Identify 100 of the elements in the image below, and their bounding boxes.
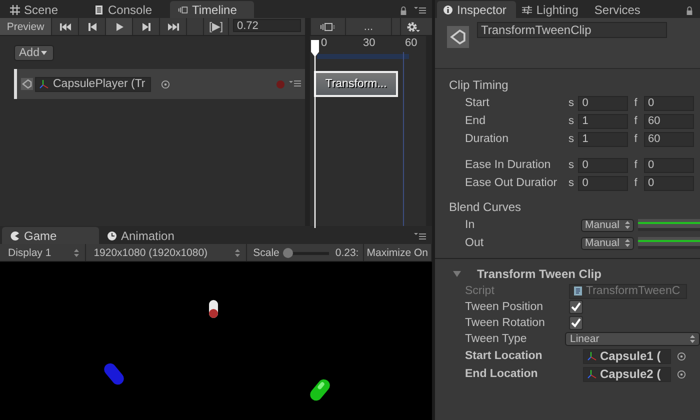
script-file-icon	[573, 286, 583, 296]
scale-value: 0.23:	[335, 246, 359, 258]
skip-start-icon	[60, 22, 70, 30]
frames-label: f	[634, 133, 638, 145]
checkmark-icon	[570, 317, 582, 329]
timeline-clip[interactable]: Transform...	[314, 71, 398, 97]
panel-tab[interactable]: Scene	[2, 1, 86, 18]
skip-end-icon	[168, 22, 178, 30]
ruler-label: 0	[321, 37, 328, 49]
grid-icon	[10, 4, 20, 14]
frames-label: f	[634, 115, 638, 127]
seconds-label: s	[568, 177, 575, 189]
unity-logo-icon	[21, 78, 33, 90]
frames-label: f	[634, 159, 638, 171]
transform-axes-icon	[587, 369, 597, 379]
property-label: Tween Rotation	[465, 317, 546, 329]
track-header[interactable]: CapsulePlayer (Tr	[14, 69, 305, 99]
field-label: Out	[465, 237, 485, 249]
binding-field[interactable]: CapsulePlayer (Tr	[35, 76, 151, 92]
document-icon	[94, 4, 104, 14]
lock-icon[interactable]	[399, 6, 408, 15]
menu-icon[interactable]	[414, 6, 426, 14]
pacman-icon	[10, 230, 20, 240]
property-label: Script	[465, 285, 496, 297]
object-field[interactable]: Capsule1 (	[583, 348, 671, 364]
name-field[interactable]: TransformTweenClip	[477, 22, 667, 38]
curve-mode-dropdown[interactable]: Manual	[581, 236, 634, 250]
seconds-field[interactable]: 1	[578, 132, 628, 146]
panel-tab[interactable]: Services	[588, 1, 650, 18]
transform-axes-icon	[587, 351, 597, 361]
field-label: Ease In Duration	[465, 159, 552, 171]
transform-axes-icon	[39, 79, 49, 89]
curve-mode-dropdown[interactable]: Manual	[581, 218, 634, 232]
timeline-icon	[320, 22, 336, 32]
seconds-label: s	[568, 97, 575, 109]
seconds-field[interactable]: 0	[578, 158, 628, 172]
seconds-field[interactable]: 0	[578, 96, 628, 110]
checkmark-icon	[570, 301, 582, 313]
curve-preview[interactable]	[638, 237, 700, 249]
panel-tab[interactable]: Inspector	[437, 1, 516, 18]
panel-tab[interactable]: Console	[86, 1, 170, 18]
add-button[interactable]: Add	[14, 44, 54, 60]
checkbox[interactable]	[569, 300, 583, 314]
component-header[interactable]: Transform Tween Clip	[435, 265, 700, 283]
seconds-label: s	[568, 159, 575, 171]
seconds-field[interactable]: 1	[578, 114, 628, 128]
field-label: Duration	[465, 133, 510, 145]
field-label: Ease Out Duratior	[465, 177, 558, 189]
frames-field[interactable]: 0	[644, 176, 694, 190]
play-button[interactable]	[106, 18, 133, 35]
play-icon	[114, 22, 124, 30]
settings-icon	[406, 20, 420, 32]
caret-icon	[41, 50, 48, 54]
frames-field[interactable]: 60	[644, 114, 694, 128]
frames-field[interactable]: 0	[644, 96, 694, 110]
seconds-field[interactable]: 0	[578, 176, 628, 190]
field-label: Start	[465, 97, 490, 109]
unity-logo-icon	[447, 26, 469, 48]
field-label: In	[465, 219, 476, 231]
panel-tab[interactable]: Animation	[99, 227, 196, 244]
triangle-icon[interactable]	[453, 270, 461, 278]
clock-icon	[107, 230, 117, 240]
playhead[interactable]	[310, 40, 320, 228]
preview-button[interactable]: Preview	[0, 18, 52, 35]
panel-tab[interactable]: Timeline	[170, 1, 254, 18]
panel-tab[interactable]: Lighting	[516, 1, 588, 18]
property-label: Start Location	[465, 350, 544, 362]
sliders-icon	[522, 4, 532, 14]
field-label: End	[465, 115, 486, 127]
ruler-label: 60	[405, 37, 418, 49]
property-label: End Location	[465, 368, 539, 380]
property-label: Tween Type	[465, 333, 528, 345]
section-title: Clip Timing	[449, 77, 510, 94]
up-down-arrows-icon	[235, 248, 240, 256]
tween-type-dropdown[interactable]: Linear	[565, 332, 700, 346]
menu-icon[interactable]	[414, 232, 426, 240]
property-label: Tween Position	[465, 301, 544, 313]
frames-field[interactable]: 0	[644, 158, 694, 172]
step-forward-icon	[140, 22, 152, 30]
time-field[interactable]: 0.72	[233, 19, 301, 32]
target-icon[interactable]	[161, 80, 170, 88]
info-icon	[443, 4, 453, 14]
ruler-label: 30	[363, 37, 376, 49]
up-down-arrows-icon	[625, 221, 630, 229]
checkbox[interactable]	[569, 316, 583, 330]
scale-label: Scale	[253, 246, 280, 258]
up-down-arrows-icon	[690, 335, 695, 343]
lock-icon[interactable]	[685, 6, 694, 15]
seconds-label: s	[568, 133, 575, 145]
step-back-icon	[86, 22, 98, 30]
section-title: Blend Curves	[449, 199, 522, 216]
frames-field[interactable]: 60	[644, 132, 694, 146]
menu-icon[interactable]	[289, 80, 301, 88]
frames-label: f	[634, 177, 638, 189]
curve-preview[interactable]	[638, 219, 700, 231]
play-range-button[interactable]: [▶]	[203, 18, 229, 35]
panel-tab[interactable]: Game	[2, 227, 99, 244]
up-down-arrows-icon	[74, 248, 79, 256]
seconds-label: s	[568, 115, 575, 127]
object-field[interactable]: Capsule2 (	[583, 366, 671, 382]
